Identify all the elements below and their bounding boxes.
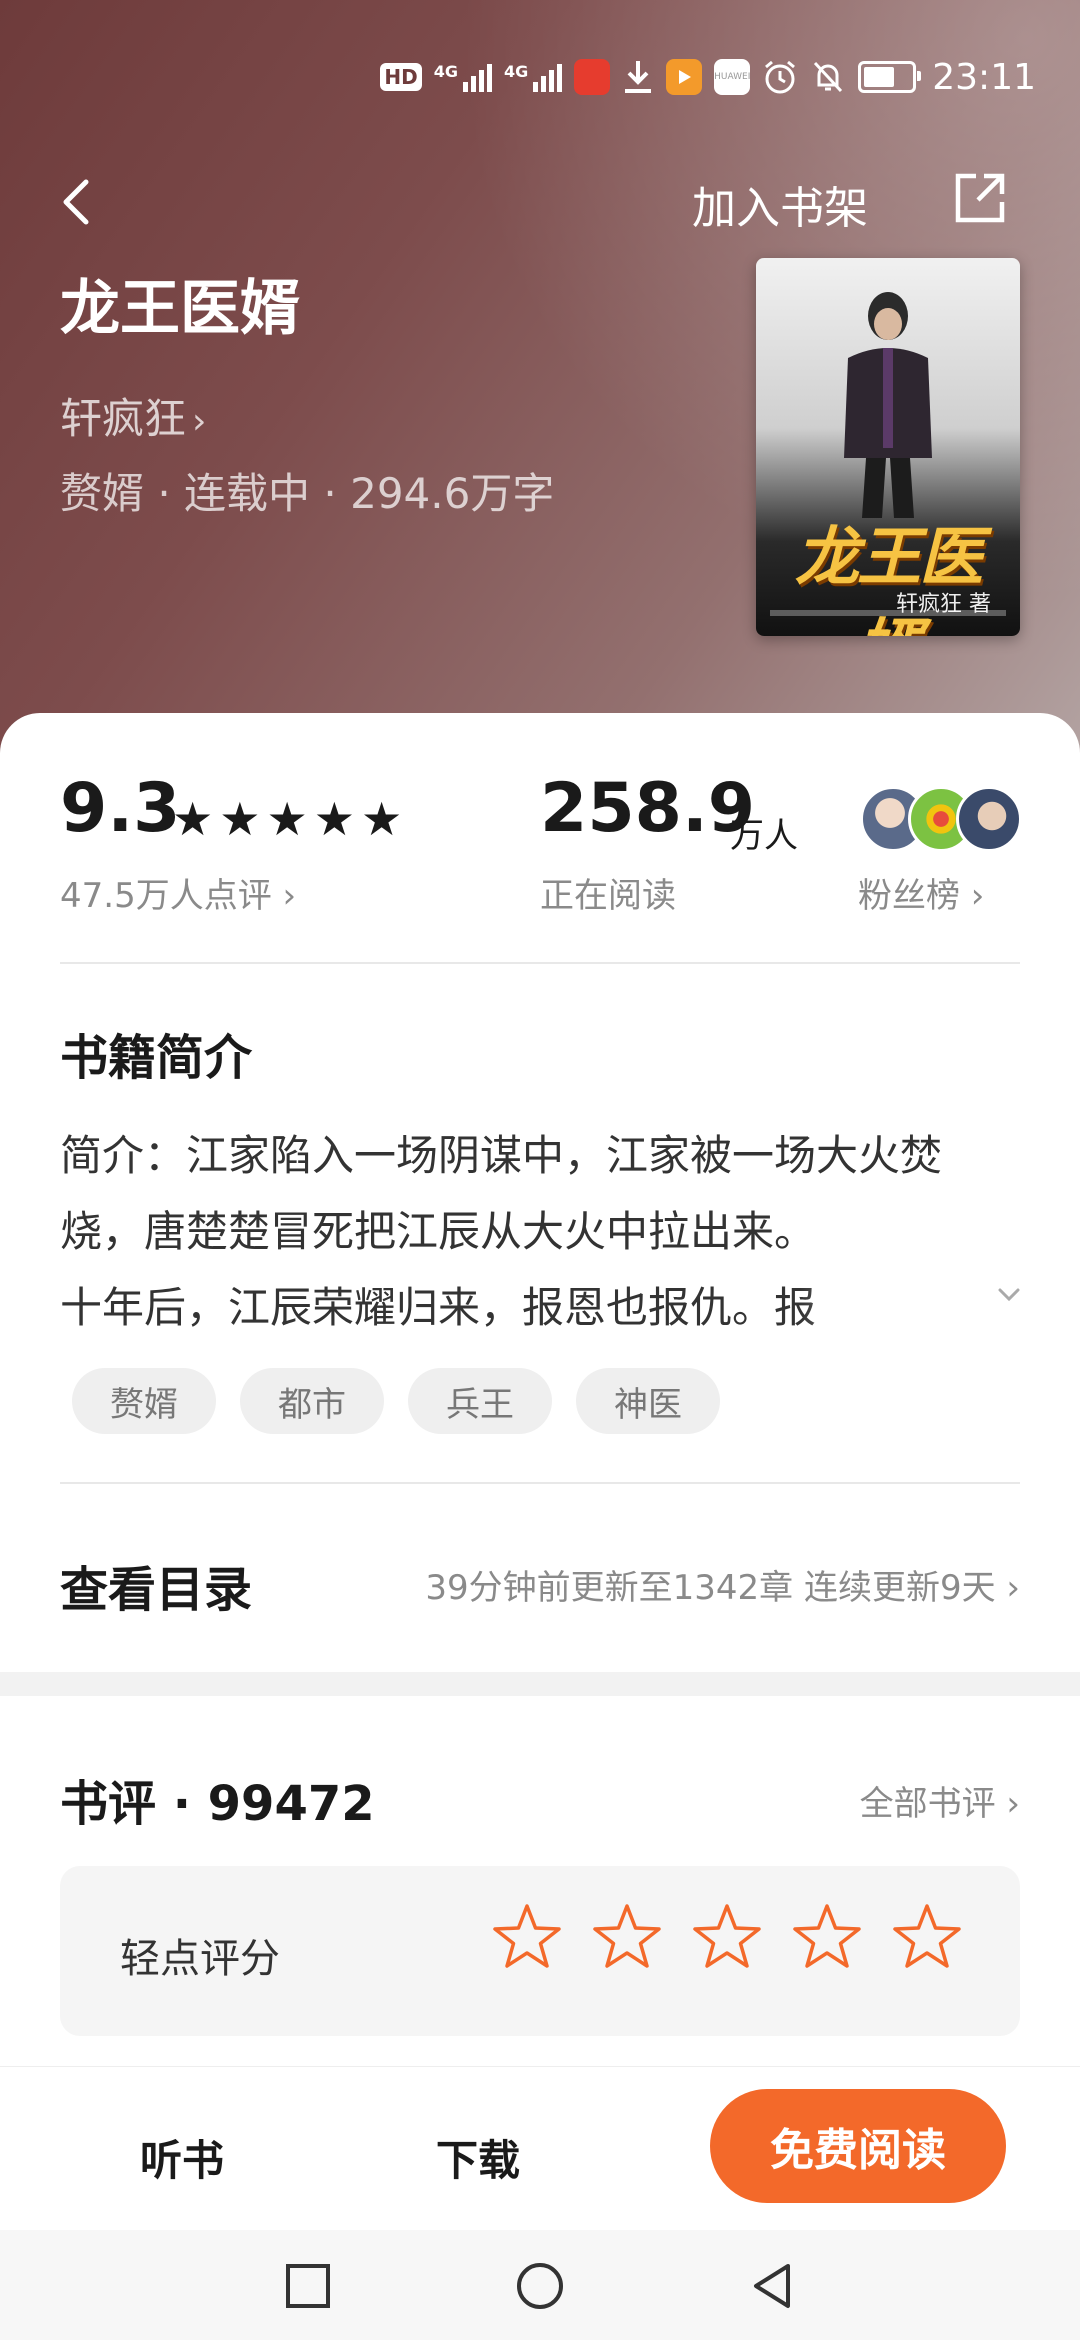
system-navigation-bar — [0, 2230, 1080, 2340]
network-type-label: 4G — [433, 62, 458, 81]
star-outline-icon[interactable] — [690, 1900, 764, 1974]
chevron-right-icon: › — [192, 401, 207, 442]
recents-square-icon[interactable] — [282, 2260, 334, 2312]
signal-strength-icon: 4G — [503, 62, 563, 92]
intro-heading: 书籍简介 — [60, 1030, 253, 1086]
intro-line: 烧，唐楚楚冒死把江辰从大火中拉出来。 — [60, 1207, 817, 1256]
chevron-left-icon — [63, 179, 89, 225]
share-external-icon — [955, 173, 1005, 223]
chevron-down-icon — [998, 1288, 1020, 1302]
fan-avatars[interactable] — [860, 786, 1022, 852]
huawei-app-icon: HUAWEI — [714, 59, 750, 95]
star-icon: ★ — [361, 792, 403, 846]
rating-stars: ★ ★ ★ ★ ★ — [172, 796, 402, 842]
back-triangle-icon[interactable] — [746, 2260, 798, 2312]
section-separator — [0, 1672, 1080, 1696]
app-notification-icon — [574, 59, 611, 95]
star-outline-icon[interactable] — [490, 1900, 564, 1974]
book-meta: 赘婿 · 连载中 · 294.6万字 — [60, 469, 555, 518]
star-outline-icon[interactable] — [590, 1900, 664, 1974]
download-button[interactable]: 下载 — [436, 2127, 520, 2188]
back-button[interactable] — [56, 172, 96, 232]
read-free-button[interactable]: 免费阅读 — [710, 2089, 1006, 2203]
status-bar: HD 4G 4G HUAWEI 23:11 — [380, 52, 1036, 102]
expand-intro-button[interactable] — [994, 1280, 1024, 1310]
cover-figure-image — [844, 292, 932, 518]
author-link[interactable]: 轩疯狂 › — [60, 385, 206, 446]
avatar — [956, 786, 1022, 852]
catalog-update-info[interactable]: 39分钟前更新至1342章 连续更新9天 › — [425, 1560, 1020, 1609]
author-name: 轩疯狂 — [60, 394, 187, 443]
tag-list: 赘婿 都市 兵王 神医 — [72, 1368, 720, 1434]
tag-chip[interactable]: 赘婿 — [72, 1368, 216, 1434]
reviews-count-link[interactable]: 47.5万人点评 › — [60, 868, 296, 917]
star-icon: ★ — [313, 792, 355, 846]
book-cover[interactable]: 龙王医婿 轩疯狂 著 — [756, 258, 1020, 636]
signal-strength-icon: 4G — [434, 62, 492, 92]
fans-ranking-link[interactable]: 粉丝榜 › — [858, 868, 984, 917]
tag-chip[interactable]: 神医 — [576, 1368, 720, 1434]
cover-fine-print — [770, 610, 1006, 616]
reviews-heading: 书评 · 99472 — [60, 1776, 375, 1832]
bottom-action-bar: 听书 下载 免费阅读 — [0, 2066, 1080, 2231]
star-icon: ★ — [219, 792, 261, 846]
divider — [60, 1482, 1020, 1484]
rating-input-box: 轻点评分 — [60, 1866, 1020, 2036]
battery-icon — [858, 61, 922, 93]
network-type-label: 4G — [503, 62, 529, 81]
hd-icon: HD — [380, 63, 422, 91]
add-to-bookshelf-button[interactable]: 加入书架 — [692, 172, 868, 236]
clock: 23:11 — [932, 56, 1036, 98]
star-icon: ★ — [172, 792, 214, 846]
listen-button[interactable]: 听书 — [140, 2127, 224, 2188]
catalog-heading[interactable]: 查看目录 — [60, 1550, 252, 1620]
star-icon: ★ — [266, 792, 308, 846]
video-app-icon — [666, 59, 703, 95]
rate-label: 轻点评分 — [120, 1936, 280, 1982]
star-outline-icon[interactable] — [790, 1900, 864, 1974]
rating-star-input — [490, 1900, 964, 1974]
readers-unit: 万人 — [730, 816, 798, 856]
book-title: 龙王医婿 — [60, 274, 300, 344]
huawei-label: HUAWEI — [714, 72, 751, 82]
rating-score: 9.3 — [60, 769, 181, 848]
divider — [60, 962, 1020, 964]
all-reviews-link[interactable]: 全部书评 › — [860, 1776, 1020, 1825]
readers-label: 正在阅读 — [540, 876, 676, 916]
tag-chip[interactable]: 兵王 — [408, 1368, 552, 1434]
star-outline-icon[interactable] — [890, 1900, 964, 1974]
home-circle-icon[interactable] — [514, 2260, 566, 2312]
intro-line: 简介：江家陷入一场阴谋中，江家被一场大火焚 — [60, 1131, 943, 1180]
tag-chip[interactable]: 都市 — [240, 1368, 384, 1434]
download-icon — [622, 59, 654, 95]
alarm-icon — [762, 59, 798, 95]
intro-fade — [800, 1270, 980, 1340]
mute-bell-icon — [810, 59, 846, 95]
share-button[interactable] — [952, 170, 1008, 226]
readers-count: 258.9 — [540, 769, 756, 848]
